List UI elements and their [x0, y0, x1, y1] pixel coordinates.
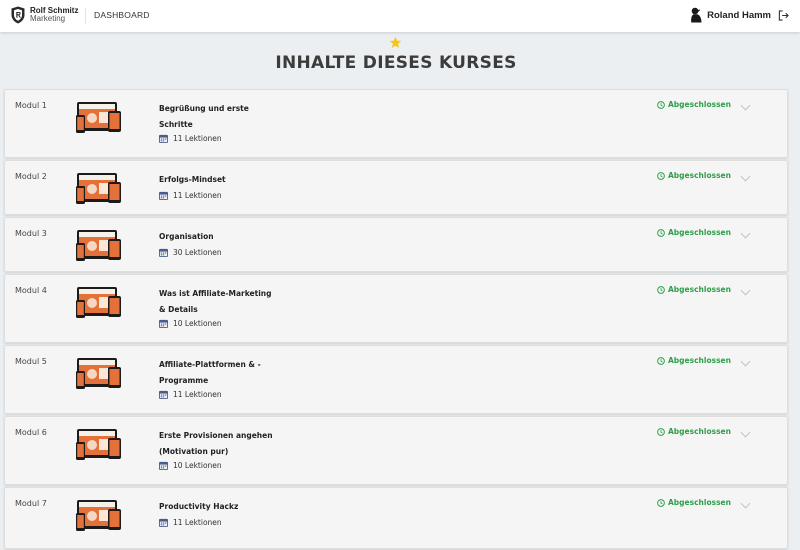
chevron-down-icon[interactable]	[740, 175, 751, 182]
chevron-down-icon[interactable]	[740, 289, 751, 296]
brand-subtitle: Marketing	[30, 14, 66, 23]
course-thumbnail	[76, 287, 121, 318]
clock-icon	[657, 498, 665, 507]
status-text: Abgeschlossen	[668, 356, 731, 365]
module-meta: 11 Lektionen	[159, 191, 222, 200]
course-thumbnail	[76, 358, 121, 389]
course-thumbnail	[76, 500, 121, 531]
lessons-count: 10 Lektionen	[173, 461, 222, 470]
chevron-down-icon[interactable]	[740, 502, 751, 509]
nav-divider	[85, 8, 86, 24]
status-text: Abgeschlossen	[668, 228, 731, 237]
calendar-icon	[159, 461, 168, 470]
module-meta: 30 Lektionen	[159, 248, 222, 257]
calendar-icon	[159, 191, 168, 200]
lessons-count: 10 Lektionen	[173, 319, 222, 328]
status-badge: Abgeschlossen	[657, 498, 731, 507]
lessons-count: 11 Lektionen	[173, 390, 222, 399]
chevron-down-icon[interactable]	[740, 431, 751, 438]
status-badge: Abgeschlossen	[657, 100, 731, 109]
clock-icon	[657, 171, 665, 180]
shield-logo-icon	[11, 6, 25, 24]
calendar-icon	[159, 319, 168, 328]
lessons-count: 11 Lektionen	[173, 134, 222, 143]
nav-dashboard-link[interactable]: DASHBOARD	[94, 10, 150, 20]
module-card-3[interactable]: Modul 3 Organisation 30 Lektionen Abgesc…	[4, 217, 788, 272]
module-meta: 11 Lektionen	[159, 134, 222, 143]
module-title: Erfolgs-Mindset	[159, 175, 226, 184]
calendar-icon	[159, 390, 168, 399]
status-badge: Abgeschlossen	[657, 427, 731, 436]
module-meta: 10 Lektionen	[159, 461, 222, 470]
module-meta: 11 Lektionen	[159, 518, 222, 527]
module-number: Modul 3	[15, 229, 47, 238]
top-navbar: Rolf Schmitz Marketing DASHBOARD Roland …	[0, 0, 800, 32]
brand-text: Rolf Schmitz Marketing	[30, 7, 78, 23]
module-number: Modul 5	[15, 357, 47, 366]
page-title: INHALTE DIESES KURSES	[275, 53, 517, 73]
module-number: Modul 7	[15, 499, 47, 508]
chevron-down-icon[interactable]	[740, 104, 751, 111]
module-title: Erste Provisionen angehen (Motivation pu…	[159, 431, 273, 456]
clock-icon	[657, 427, 665, 436]
clock-icon	[657, 356, 665, 365]
calendar-icon	[159, 248, 168, 257]
chevron-down-icon[interactable]	[740, 232, 751, 239]
module-card-1[interactable]: Modul 1 Begrüßung und erste Schritte 11 …	[4, 89, 788, 158]
clock-icon	[657, 100, 665, 109]
module-number: Modul 4	[15, 286, 47, 295]
module-number: Modul 1	[15, 101, 47, 110]
module-number: Modul 2	[15, 172, 47, 181]
module-title: Affiliate-Plattformen & -Programme	[159, 360, 261, 385]
status-badge: Abgeschlossen	[657, 228, 731, 237]
star-icon	[389, 36, 402, 48]
user-name: Roland Hamm	[707, 9, 771, 21]
user-avatar-icon	[691, 7, 702, 23]
calendar-icon	[159, 518, 168, 527]
status-text: Abgeschlossen	[668, 285, 731, 294]
module-meta: 11 Lektionen	[159, 390, 222, 399]
module-meta: 10 Lektionen	[159, 319, 222, 328]
module-card-6[interactable]: Modul 6 Erste Provisionen angehen (Motiv…	[4, 416, 788, 485]
logout-icon[interactable]	[778, 9, 789, 21]
course-thumbnail	[76, 429, 121, 460]
course-thumbnail	[76, 102, 121, 133]
status-text: Abgeschlossen	[668, 498, 731, 507]
module-title: Productivity Hackz	[159, 502, 239, 511]
module-title: Begrüßung und erste Schritte	[159, 104, 249, 129]
status-text: Abgeschlossen	[668, 100, 731, 109]
lessons-count: 11 Lektionen	[173, 191, 222, 200]
module-card-5[interactable]: Modul 5 Affiliate-Plattformen & -Program…	[4, 345, 788, 414]
module-title: Organisation	[159, 232, 214, 241]
course-thumbnail	[76, 230, 121, 261]
course-thumbnail	[76, 173, 121, 204]
module-card-7[interactable]: Modul 7 Productivity Hackz 11 Lektionen	[4, 487, 788, 549]
module-card-4[interactable]: Modul 4 Was ist Affiliate-Marketing & De…	[4, 274, 788, 343]
module-number: Modul 6	[15, 428, 47, 437]
status-text: Abgeschlossen	[668, 171, 731, 180]
status-badge: Abgeschlossen	[657, 356, 731, 365]
clock-icon	[657, 228, 665, 237]
brand-logo[interactable]: Rolf Schmitz Marketing	[11, 6, 78, 24]
status-badge: Abgeschlossen	[657, 171, 731, 180]
user-menu[interactable]: Roland Hamm	[689, 7, 789, 23]
module-title: Was ist Affiliate-Marketing & Details	[159, 289, 272, 314]
lessons-count: 11 Lektionen	[173, 518, 222, 527]
chevron-down-icon[interactable]	[740, 360, 751, 367]
module-card-2[interactable]: Modul 2 Erfolgs-Mindset 11 Lektionen Abg…	[4, 160, 788, 215]
status-text: Abgeschlossen	[668, 427, 731, 436]
status-badge: Abgeschlossen	[657, 285, 731, 294]
calendar-icon	[159, 134, 168, 143]
lessons-count: 30 Lektionen	[173, 248, 222, 257]
clock-icon	[657, 285, 665, 294]
